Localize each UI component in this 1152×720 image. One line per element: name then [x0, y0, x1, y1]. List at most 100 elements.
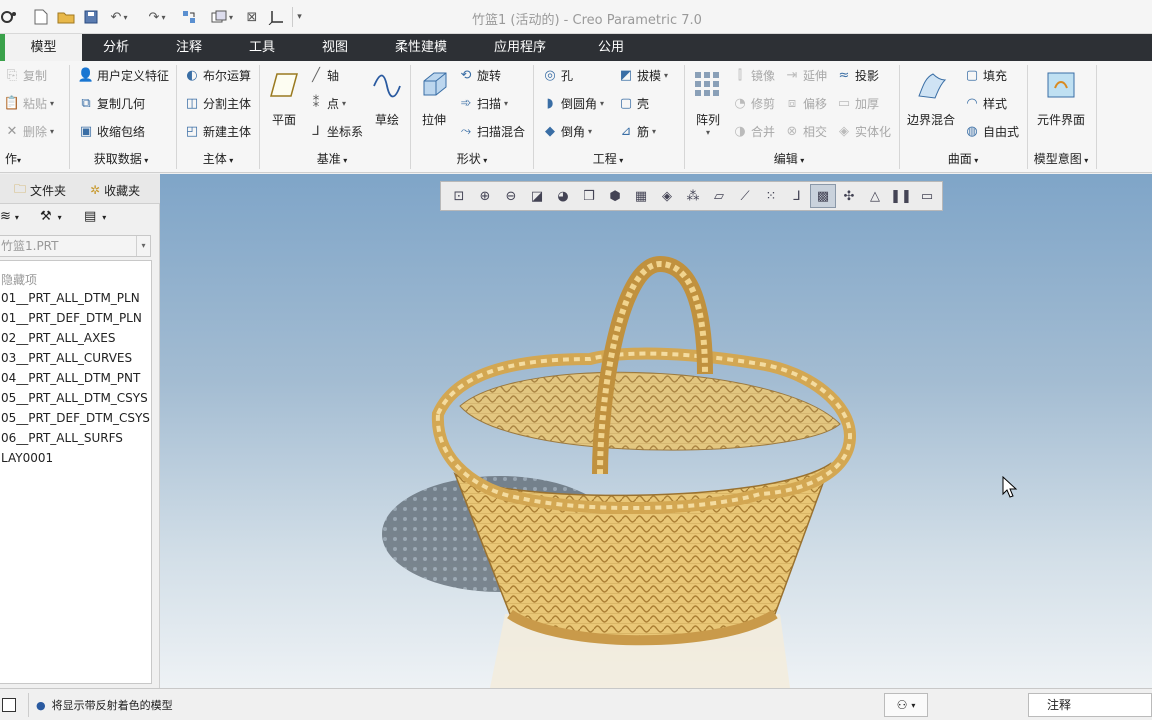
point-button[interactable]: ⁑ 点 ▾ [308, 92, 346, 114]
list-item[interactable]: 05__PRT_DEF_DTM_CSYS [1, 411, 150, 425]
swept-blend-button[interactable]: ⤳ 扫描混合 [458, 120, 525, 142]
pause-icon[interactable]: ❚❚ [888, 184, 914, 208]
tab-analysis[interactable]: 分析 [82, 34, 150, 61]
graphics-area[interactable]: ⊡ ⊕ ⊖ ◪ ◕ ❒ ⬢ ▦ ◈ ⁂ ▱ ⟋ ⁙ ⅃ ▩ ✣ △ ❚❚ ▭ [160, 174, 1152, 688]
mirror-button[interactable]: ⫿ 镜像 [732, 64, 775, 86]
shrinkwrap-button[interactable]: ▣ 收缩包络 [78, 120, 145, 142]
tab-flexible-modeling[interactable]: 柔性建模 [386, 34, 456, 61]
realtime-render-icon[interactable]: △ [862, 184, 888, 208]
spin-center-icon[interactable]: ✣ [836, 184, 862, 208]
csys-icon[interactable] [266, 7, 286, 27]
group-surfaces[interactable]: 曲面 ▾ [938, 149, 988, 169]
tab-common[interactable]: 公用 [576, 34, 646, 61]
redo-icon[interactable]: ↷ ▾ [144, 7, 170, 27]
zoom-out-icon[interactable]: ⊖ [498, 184, 524, 208]
axis-display-icon[interactable]: ⟋ [732, 184, 758, 208]
group-model-intent[interactable]: 模型意图 ▾ [1030, 149, 1092, 169]
list-item[interactable]: 02__PRT_ALL_AXES [1, 331, 116, 345]
appearance-icon[interactable]: ◈ [654, 184, 680, 208]
group-body[interactable]: 主体 ▾ [196, 149, 240, 169]
pattern-button[interactable]: 阵列 ▾ [686, 65, 730, 137]
tab-folder-browser[interactable]: 🗀 文件夹 [14, 180, 66, 200]
view-manager-icon[interactable]: ⬢ [602, 184, 628, 208]
layers-icon[interactable]: ≋ ▾ [0, 209, 19, 224]
list-item[interactable]: LAY0001 [1, 451, 53, 465]
group-datum[interactable]: 基准 ▾ [302, 149, 362, 169]
round-button[interactable]: ◗ 倒圆角 ▾ [542, 92, 604, 114]
component-interface-button[interactable]: 元件界面 [1034, 65, 1088, 128]
trim-button[interactable]: ◔ 修剪 [732, 92, 775, 114]
tab-favorites[interactable]: ✲ 收藏夹 [90, 180, 140, 200]
group-engineering[interactable]: 工程 ▾ [580, 149, 636, 169]
rib-button[interactable]: ⊿ 筋 ▾ [618, 120, 656, 142]
split-body-button[interactable]: ◫ 分割主体 [184, 92, 251, 114]
group-operations[interactable]: 作▾ [0, 149, 26, 169]
chevron-down-icon[interactable]: ▾ [136, 236, 150, 256]
section-icon[interactable]: ▦ [628, 184, 654, 208]
list-item[interactable]: 01__PRT_ALL_DTM_PLN [1, 291, 140, 305]
tab-applications[interactable]: 应用程序 [484, 34, 556, 61]
new-file-icon[interactable] [32, 7, 50, 27]
boolean-button[interactable]: ◐ 布尔运算 [184, 64, 251, 86]
revolve-button[interactable]: ⟲ 旋转 [458, 64, 501, 86]
layer-tools-icon[interactable]: ⚒ ▾ [40, 209, 62, 224]
open-folder-icon[interactable] [56, 7, 76, 27]
layer-settings-icon[interactable]: ▤ ▾ [84, 209, 106, 224]
new-body-button[interactable]: ◰ 新建主体 [184, 120, 251, 142]
list-item[interactable]: 隐藏项 [1, 271, 37, 288]
save-icon[interactable] [82, 7, 100, 27]
copy-button[interactable]: ⎘ 复制 [4, 64, 47, 86]
csys-button[interactable]: ⅃ 坐标系 [308, 120, 363, 142]
list-item[interactable]: 06__PRT_ALL_SURFS [1, 431, 123, 445]
zoom-in-icon[interactable]: ⊕ [472, 184, 498, 208]
customize-icon[interactable]: ▾ [292, 7, 306, 27]
saved-orientations-icon[interactable]: ❒ [576, 184, 602, 208]
close-window-icon[interactable]: ⊠ [244, 7, 260, 27]
hole-button[interactable]: ◎ 孔 [542, 64, 573, 86]
regenerate-icon[interactable] [180, 7, 198, 27]
axis-button[interactable]: ╱ 轴 [308, 64, 339, 86]
plane-display-icon[interactable]: ▱ [706, 184, 732, 208]
refit-icon[interactable]: ⊡ [446, 184, 472, 208]
list-item[interactable]: 03__PRT_ALL_CURVES [1, 351, 132, 365]
extend-button[interactable]: ⇥ 延伸 [784, 64, 827, 86]
selection-filter[interactable]: 注释 [1028, 693, 1152, 717]
shade-reflection-icon[interactable]: ▩ [810, 184, 836, 208]
paste-button[interactable]: 📋 粘贴 ▾ [4, 92, 54, 114]
offset-button[interactable]: ⧈ 偏移 [784, 92, 827, 114]
model-select[interactable]: 竹篮1.PRT ▾ [0, 235, 151, 257]
sketch-button[interactable]: 草绘 [365, 65, 409, 128]
list-item[interactable]: 05__PRT_ALL_DTM_CSYS [1, 391, 148, 405]
draft-button[interactable]: ◩ 拔模 ▾ [618, 64, 668, 86]
plane-button[interactable]: 平面 [262, 65, 306, 128]
datum-display-icon[interactable]: ⁂ [680, 184, 706, 208]
intersect-button[interactable]: ⊗ 相交 [784, 120, 827, 142]
tab-model[interactable]: 模型 [0, 34, 82, 61]
group-get-data[interactable]: 获取数据 ▾ [86, 149, 156, 169]
udf-button[interactable]: 👤 用户定义特征 [78, 64, 169, 86]
display-style-icon[interactable]: ◕ [550, 184, 576, 208]
tab-annotate[interactable]: 注释 [155, 34, 223, 61]
tab-tools[interactable]: 工具 [228, 34, 296, 61]
boundary-blend-button[interactable]: 边界混合 [904, 65, 958, 128]
thicken-button[interactable]: ▭ 加厚 [836, 92, 879, 114]
copy-geometry-button[interactable]: ⧉ 复制几何 [78, 92, 145, 114]
project-button[interactable]: ≈ 投影 [836, 64, 879, 86]
list-item[interactable]: 01__PRT_DEF_DTM_PLN [1, 311, 142, 325]
shell-button[interactable]: ▢ 壳 [618, 92, 649, 114]
hide-toolbar-icon[interactable]: ▭ [914, 184, 940, 208]
group-shapes[interactable]: 形状 ▾ [448, 149, 496, 169]
undo-icon[interactable]: ↶ ▾ [106, 7, 132, 27]
solidify-button[interactable]: ◈ 实体化 [836, 120, 891, 142]
delete-button[interactable]: ✕ 删除 ▾ [4, 120, 54, 142]
sweep-button[interactable]: ➾ 扫描 ▾ [458, 92, 508, 114]
creo-logo-icon[interactable] [0, 7, 18, 27]
csys-display-icon[interactable]: ⅃ [784, 184, 810, 208]
group-editing[interactable]: 编辑 ▾ [764, 149, 814, 169]
repaint-icon[interactable]: ◪ [524, 184, 550, 208]
list-item[interactable]: 04__PRT_ALL_DTM_PNT [1, 371, 140, 385]
merge-button[interactable]: ◑ 合并 [732, 120, 775, 142]
switch-window-icon[interactable]: ▾ [206, 7, 238, 27]
fill-button[interactable]: ▢ 填充 [964, 64, 1007, 86]
chamfer-button[interactable]: ◆ 倒角 ▾ [542, 120, 592, 142]
